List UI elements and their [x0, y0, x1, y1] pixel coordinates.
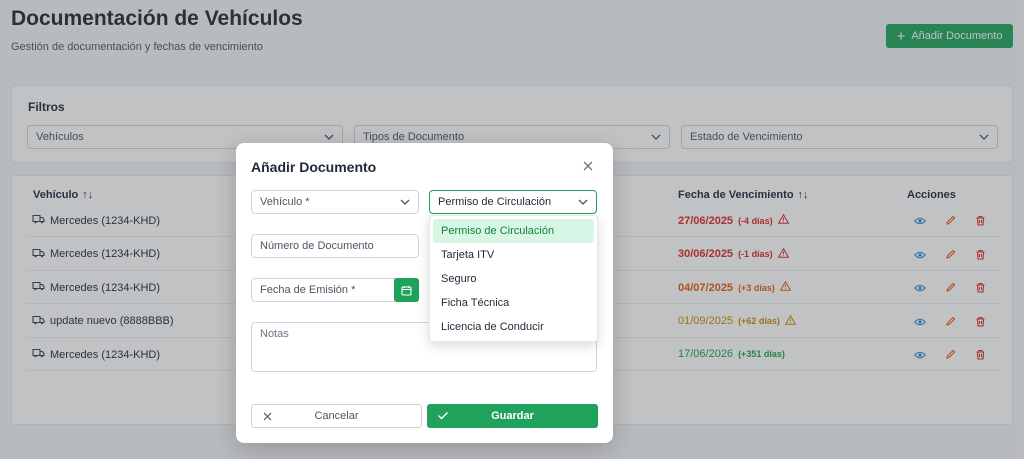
doc-type-select[interactable]: Permiso de Circulación — [429, 190, 597, 214]
doc-type-select-value: Permiso de Circulación — [438, 196, 552, 208]
vehicle-select[interactable]: Vehículo * — [251, 190, 419, 214]
dropdown-option[interactable]: Permiso de Circulación — [433, 219, 594, 243]
dropdown-option[interactable]: Ficha Técnica — [433, 291, 594, 315]
cancel-label: Cancelar — [314, 410, 359, 422]
cancel-button[interactable]: Cancelar — [251, 404, 422, 428]
close-icon[interactable] — [582, 160, 594, 172]
issue-date-placeholder: Fecha de Emisión * — [260, 284, 356, 296]
add-document-modal: Añadir Documento Vehículo * Permiso de C… — [236, 143, 613, 443]
issue-date-input[interactable]: Fecha de Emisión * — [251, 278, 395, 302]
notes-placeholder: Notas — [260, 328, 289, 340]
dropdown-option[interactable]: Seguro — [433, 267, 594, 291]
calendar-button[interactable] — [394, 278, 419, 302]
modal-title: Añadir Documento — [251, 159, 377, 175]
chevron-down-icon — [578, 199, 588, 205]
close-icon — [263, 412, 272, 421]
save-label: Guardar — [491, 410, 534, 422]
doc-number-input[interactable]: Número de Documento — [251, 234, 419, 258]
dropdown-option[interactable]: Tarjeta ITV — [433, 243, 594, 267]
save-button[interactable]: Guardar — [427, 404, 598, 428]
vehicle-select-placeholder: Vehículo * — [260, 196, 310, 208]
doc-number-placeholder: Número de Documento — [260, 240, 374, 252]
doc-type-dropdown: Permiso de Circulación Tarjeta ITV Segur… — [429, 215, 598, 342]
chevron-down-icon — [400, 199, 410, 205]
check-icon — [438, 412, 448, 420]
calendar-icon — [401, 285, 412, 296]
dropdown-option[interactable]: Licencia de Conducir — [433, 315, 594, 339]
